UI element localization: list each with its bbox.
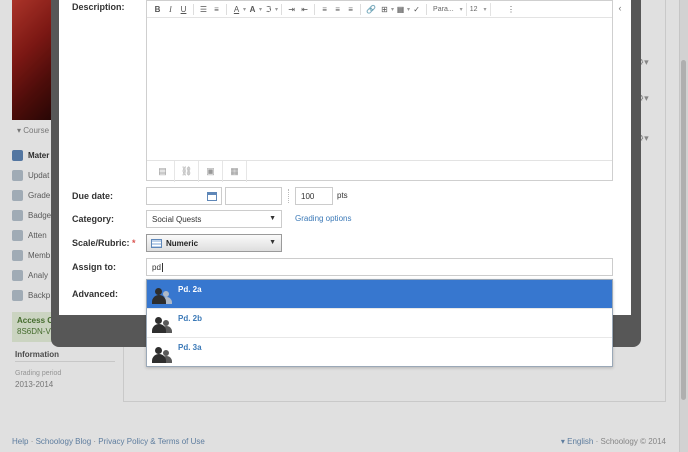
- assign-to-label: Assign to:: [72, 262, 116, 272]
- font-size-select[interactable]: 12 ▾: [467, 2, 491, 16]
- numeric-scale-icon: [151, 238, 162, 248]
- due-date-input[interactable]: [146, 187, 222, 205]
- table-icon[interactable]: ▦: [394, 2, 407, 17]
- category-label: Category:: [72, 214, 115, 224]
- advanced-label: Advanced:: [72, 289, 119, 299]
- insert-content-icon[interactable]: ⊞: [378, 2, 391, 17]
- chevron-down-icon[interactable]: ▾: [275, 6, 278, 13]
- indent-icon[interactable]: ⇥: [285, 2, 298, 17]
- calendar-icon[interactable]: [207, 192, 217, 201]
- chevron-down-icon: ▾: [459, 6, 463, 13]
- align-right-icon[interactable]: ≡: [344, 2, 357, 17]
- underline-button[interactable]: U: [177, 2, 190, 17]
- attach-link-icon[interactable]: ⛓: [175, 160, 199, 182]
- due-date-label: Due date:: [72, 191, 114, 201]
- paragraph-format-select[interactable]: Para... ▾: [430, 2, 467, 16]
- suggestion-item[interactable]: Pd. 3a: [147, 338, 612, 367]
- assign-to-input[interactable]: pd: [146, 258, 613, 276]
- font-color-button[interactable]: A: [230, 2, 243, 17]
- suggestion-item[interactable]: Pd. 2b: [147, 309, 612, 338]
- points-input[interactable]: 100: [295, 187, 333, 205]
- group-icon: [151, 315, 173, 335]
- due-time-input[interactable]: [225, 187, 282, 205]
- chevron-down-icon: ▾: [483, 6, 487, 13]
- assign-suggestions-dropdown: Pd. 2a Pd. 2b Pd. 3a: [146, 279, 613, 367]
- align-left-icon[interactable]: ≡: [318, 2, 331, 17]
- italic-button[interactable]: I: [164, 2, 177, 17]
- group-icon: [151, 286, 173, 306]
- background-color-button[interactable]: A: [246, 2, 259, 17]
- numbered-list-icon[interactable]: ≡: [210, 2, 223, 17]
- chevron-left-icon[interactable]: ‹: [614, 2, 626, 14]
- attach-file-icon[interactable]: ▤: [151, 160, 175, 182]
- editor-bottom-toolbar: ▤ ⛓ ▣ ▦: [147, 160, 612, 182]
- category-select[interactable]: Social Quests ▼: [146, 210, 282, 228]
- bullet-list-icon[interactable]: ☰: [197, 2, 210, 17]
- description-editor[interactable]: B I U ☰ ≡ A ▾ A ▾ ℑ ▾ ⇥ ⇤ ≡ ≡ ≡ 🔗 ⊞ ▾ ▦ …: [146, 0, 613, 182]
- special-chars-icon[interactable]: ℑ: [262, 2, 275, 17]
- suggestion-item[interactable]: Pd. 2a: [147, 280, 612, 309]
- link-icon[interactable]: 🔗: [364, 2, 378, 17]
- scale-rubric-label: Scale/Rubric: *: [72, 238, 136, 248]
- align-center-icon[interactable]: ≡: [331, 2, 344, 17]
- group-icon: [151, 345, 173, 365]
- spellcheck-icon[interactable]: ✓: [410, 2, 423, 17]
- chevron-down-icon: ▼: [269, 215, 276, 222]
- divider: [288, 189, 289, 203]
- required-marker: *: [132, 238, 136, 248]
- bold-button[interactable]: B: [151, 2, 164, 17]
- editor-toolbar: B I U ☰ ≡ A ▾ A ▾ ℑ ▾ ⇥ ⇤ ≡ ≡ ≡ 🔗 ⊞ ▾ ▦ …: [147, 1, 612, 18]
- text-cursor: [161, 262, 163, 272]
- grading-options-link[interactable]: Grading options: [295, 214, 351, 223]
- outdent-icon[interactable]: ⇤: [298, 2, 311, 17]
- toolbar-more-icon[interactable]: ⋮: [505, 2, 518, 17]
- chevron-down-icon: ▼: [269, 239, 276, 246]
- attach-document-icon[interactable]: ▣: [199, 160, 223, 182]
- points-unit: pts: [337, 191, 348, 200]
- attach-media-icon[interactable]: ▦: [223, 160, 247, 182]
- scale-rubric-select[interactable]: Numeric ▼: [146, 234, 282, 252]
- description-label: Description:: [72, 2, 125, 12]
